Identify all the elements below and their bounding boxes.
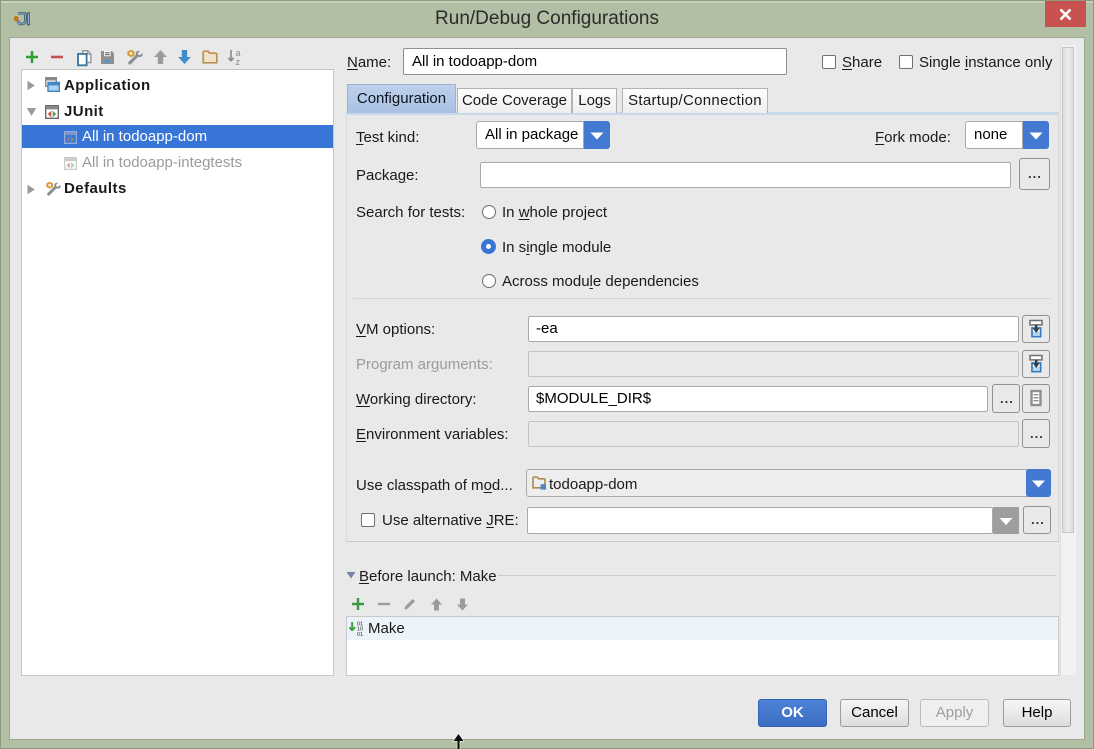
svg-text:01: 01 — [357, 632, 363, 636]
svg-text:z: z — [236, 57, 241, 66]
